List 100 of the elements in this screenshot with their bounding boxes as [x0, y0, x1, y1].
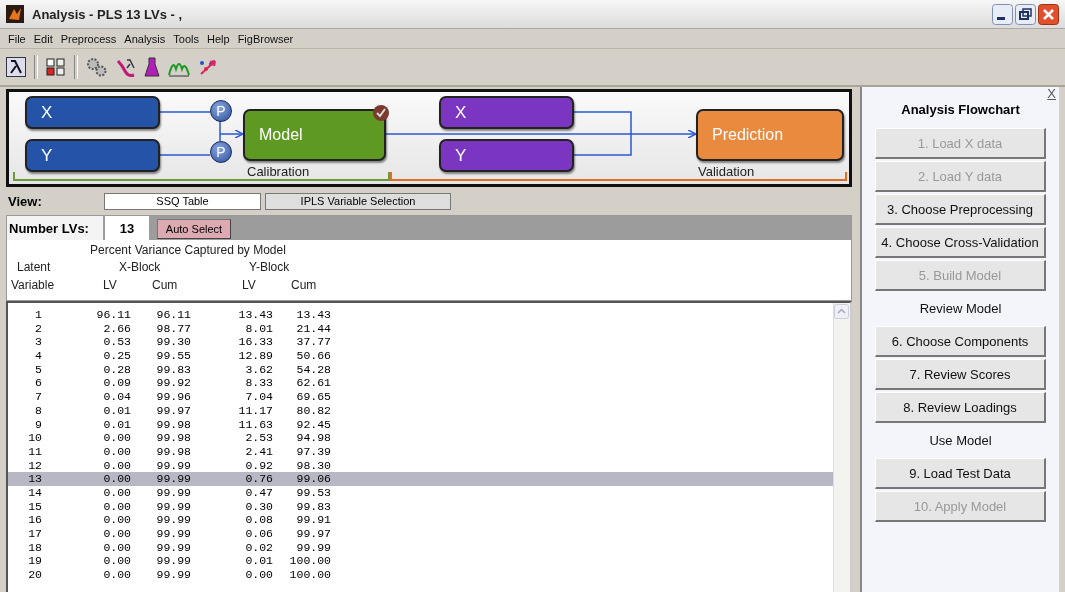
table-cell-text: 99.99: [155, 568, 191, 582]
menu-item[interactable]: Edit: [29, 32, 57, 45]
table-row[interactable]: 11 0.00 99.98 2.41 97.39: [8, 444, 833, 459]
table-cell-text: 99.55: [155, 349, 191, 363]
table-title: Percent Variance Captured by Model: [90, 243, 286, 257]
table-cell-text: 20: [27, 568, 42, 582]
table-row[interactable]: 3 0.53 99.30 16.33 37.77: [8, 335, 833, 350]
table-row[interactable]: 17 0.00 99.99 0.06 99.97: [8, 527, 833, 541]
table-cell-text: 8.33: [244, 376, 273, 391]
table-row[interactable]: 16 0.00 99.99 0.08 99.91: [8, 513, 833, 527]
table-cell-text: 0.09: [102, 376, 131, 391]
table-row[interactable]: 8 0.01 99.97 11.17 80.82: [8, 403, 833, 418]
data-node[interactable]: Y: [25, 139, 160, 172]
step-button[interactable]: 3. Choose Preprocessing: [875, 194, 1046, 225]
table-cell-text: 99.92: [155, 376, 191, 391]
table-row[interactable]: 14 0.00 99.99 0.47 99.53: [8, 485, 833, 500]
table-cell-text: 0.76: [244, 472, 273, 486]
gears-icon[interactable]: [86, 57, 108, 77]
lambda-icon[interactable]: [6, 57, 26, 77]
table-cell-text: 0.00: [102, 568, 131, 582]
table-cell-text: 92.45: [295, 417, 331, 432]
grid-icon[interactable]: [46, 57, 66, 77]
column-group-header: Latent: [17, 260, 51, 274]
table-cell-text: 98.77: [155, 321, 191, 336]
menu-item[interactable]: FigBrowser: [233, 32, 298, 45]
table-cell-text: 0.00: [102, 499, 131, 514]
app-icon: [6, 5, 24, 23]
table-cell-text: 96.11: [155, 308, 191, 322]
table-cell-text: 1: [34, 308, 42, 322]
menu-item[interactable]: Analysis: [120, 32, 170, 45]
table-cell-text: 99.97: [155, 403, 191, 418]
table-cell-text: 10: [27, 431, 42, 445]
table-cell-text: 0.30: [244, 499, 273, 514]
view-label: View:: [7, 193, 43, 209]
step-button[interactable]: 6. Choose Components: [875, 326, 1046, 357]
section-heading: Use Model: [929, 432, 992, 450]
scrollbar[interactable]: [833, 303, 850, 592]
table-cell-text: 99.99: [155, 458, 191, 473]
menu-item[interactable]: Help: [203, 32, 234, 45]
step-button[interactable]: 4. Choose Cross-Validation: [875, 227, 1046, 258]
table-cell-text: 18: [27, 540, 42, 555]
data-node[interactable]: X: [439, 96, 574, 129]
data-node[interactable]: X: [25, 96, 160, 129]
table-row[interactable]: 20 0.00 99.99 0.00 100.00: [8, 568, 833, 582]
table-cell-text: 15: [27, 499, 42, 514]
table-row[interactable]: 15 0.00 99.99 0.30 99.83: [8, 499, 833, 514]
table-cell-text: 0.01: [244, 554, 273, 569]
table-row[interactable]: 5 0.28 99.83 3.62 54.28: [8, 362, 833, 377]
table-cell-text: 9: [34, 417, 42, 432]
column-header: LV: [242, 278, 256, 292]
window-title: Analysis - PLS 13 LVs - ,: [32, 6, 184, 22]
connector-line: [159, 154, 211, 156]
table-cell-text: 8.01: [244, 321, 273, 336]
data-node[interactable]: Y: [439, 139, 574, 172]
view-tab[interactable]: IPLS Variable Selection: [265, 192, 451, 210]
table-cell-text: 99.99: [295, 540, 331, 555]
section-label: Validation: [698, 164, 755, 179]
table-row[interactable]: 12 0.00 99.99 0.92 98.30: [8, 458, 833, 473]
table-row[interactable]: 6 0.09 99.92 8.33 62.61: [8, 376, 833, 391]
table-row[interactable]: 18 0.00 99.99 0.02 99.99: [8, 540, 833, 555]
table-row[interactable]: 1 96.11 96.11 13.43 13.43: [8, 308, 833, 322]
curve-icon[interactable]: [116, 57, 136, 77]
table-row[interactable]: 9 0.01 99.98 11.63 92.45: [8, 417, 833, 432]
flask-icon[interactable]: [144, 57, 160, 77]
table-cell-text: 0.53: [102, 335, 131, 350]
table-cell-text: 100.00: [288, 568, 331, 582]
table-row[interactable]: 19 0.00 99.99 0.01 100.00: [8, 554, 833, 569]
table-cell-text: 99.99: [155, 527, 191, 541]
table-cell-text: 0.00: [102, 431, 131, 445]
scatter-icon[interactable]: [198, 57, 218, 77]
table-cell-text: 13: [27, 472, 42, 486]
table-row[interactable]: 2 2.66 98.77 8.01 21.44: [8, 321, 833, 336]
table-row[interactable]: 4 0.25 99.55 12.89 50.66: [8, 349, 833, 363]
step-button[interactable]: 7. Review Scores: [875, 359, 1046, 390]
table-cell-text: 2.53: [244, 431, 273, 445]
table-row[interactable]: 13 0.00 99.99 0.76 99.06: [8, 472, 833, 486]
restore-icon[interactable]: [1015, 3, 1036, 25]
close-icon[interactable]: [1038, 3, 1059, 25]
table-cell-text: 99.98: [155, 431, 191, 445]
menu-item[interactable]: Tools: [169, 32, 203, 45]
table-cell-text: 99.98: [155, 417, 191, 432]
step-button[interactable]: 8. Review Loadings: [875, 392, 1046, 423]
view-tab[interactable]: SSQ Table: [104, 192, 261, 210]
table-cell-text: 2.66: [102, 321, 131, 336]
table-cell-text: 0.01: [102, 403, 131, 418]
table-cell-text: 17: [27, 527, 42, 541]
close-button[interactable]: X: [1047, 86, 1056, 101]
table-cell-text: 14: [27, 485, 42, 500]
table-cell-text: 99.99: [155, 554, 191, 569]
column-header: Cum: [152, 278, 178, 292]
menu-item[interactable]: Preprocess: [56, 32, 121, 45]
table-cell-text: 50.66: [295, 349, 331, 363]
table-row[interactable]: 10 0.00 99.98 2.53 94.98: [8, 431, 833, 445]
minimize-icon[interactable]: [992, 3, 1013, 25]
table-row[interactable]: 7 0.04 99.96 7.04 69.65: [8, 390, 833, 404]
step-button[interactable]: 9. Load Test Data: [875, 458, 1046, 489]
connector-arrow: [219, 129, 244, 139]
table-cell-text: 54.28: [295, 362, 331, 377]
table-cell-text: 80.82: [295, 403, 331, 418]
menu-item[interactable]: File: [4, 32, 30, 45]
